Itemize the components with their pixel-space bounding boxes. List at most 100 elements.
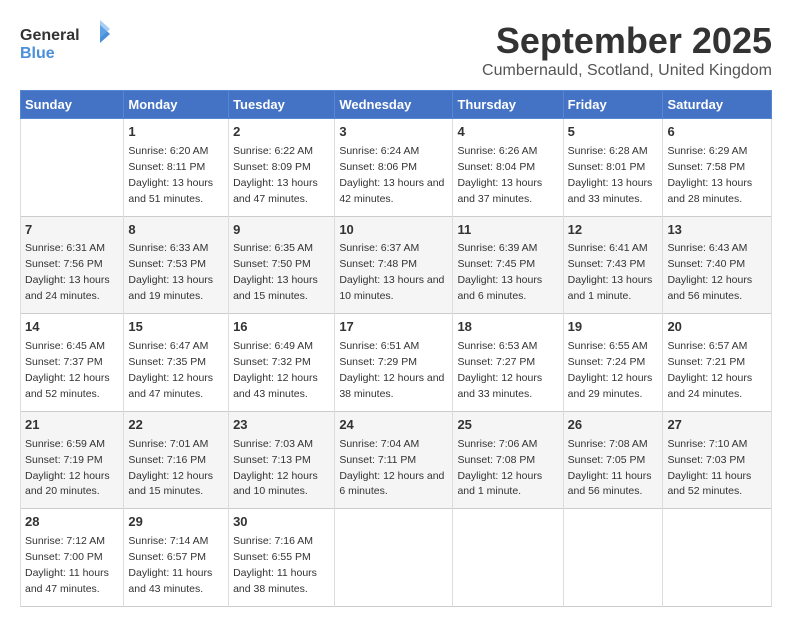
day-sunrise: Sunrise: 6:33 AMSunset: 7:53 PMDaylight:… (128, 242, 213, 302)
day-sunrise: Sunrise: 6:57 AMSunset: 7:21 PMDaylight:… (667, 340, 752, 400)
calendar-day-cell: 7 Sunrise: 6:31 AMSunset: 7:56 PMDayligh… (21, 216, 124, 314)
calendar-day-cell: 1 Sunrise: 6:20 AMSunset: 8:11 PMDayligh… (124, 119, 229, 217)
calendar-day-header: Monday (124, 91, 229, 119)
day-sunrise: Sunrise: 6:41 AMSunset: 7:43 PMDaylight:… (568, 242, 653, 302)
day-sunrise: Sunrise: 6:59 AMSunset: 7:19 PMDaylight:… (25, 438, 110, 498)
page-header: General Blue September 2025 Cumbernauld,… (20, 20, 772, 80)
calendar-day-header: Wednesday (335, 91, 453, 119)
day-number: 17 (339, 318, 448, 337)
day-sunrise: Sunrise: 6:53 AMSunset: 7:27 PMDaylight:… (457, 340, 542, 400)
day-sunrise: Sunrise: 6:35 AMSunset: 7:50 PMDaylight:… (233, 242, 318, 302)
calendar-day-cell: 11 Sunrise: 6:39 AMSunset: 7:45 PMDaylig… (453, 216, 563, 314)
day-sunrise: Sunrise: 7:08 AMSunset: 7:05 PMDaylight:… (568, 438, 652, 498)
calendar-table: SundayMondayTuesdayWednesdayThursdayFrid… (20, 90, 772, 607)
calendar-day-cell: 15 Sunrise: 6:47 AMSunset: 7:35 PMDaylig… (124, 314, 229, 412)
calendar-day-header: Friday (563, 91, 663, 119)
day-number: 14 (25, 318, 119, 337)
day-number: 27 (667, 416, 767, 435)
calendar-day-header: Saturday (663, 91, 772, 119)
day-number: 19 (568, 318, 659, 337)
calendar-day-cell: 6 Sunrise: 6:29 AMSunset: 7:58 PMDayligh… (663, 119, 772, 217)
day-number: 12 (568, 221, 659, 240)
day-sunrise: Sunrise: 7:10 AMSunset: 7:03 PMDaylight:… (667, 438, 751, 498)
logo-svg: General Blue (20, 20, 110, 65)
svg-text:Blue: Blue (20, 45, 55, 62)
calendar-header-row: SundayMondayTuesdayWednesdayThursdayFrid… (21, 91, 772, 119)
calendar-day-cell: 16 Sunrise: 6:49 AMSunset: 7:32 PMDaylig… (229, 314, 335, 412)
day-sunrise: Sunrise: 6:43 AMSunset: 7:40 PMDaylight:… (667, 242, 752, 302)
calendar-day-cell: 9 Sunrise: 6:35 AMSunset: 7:50 PMDayligh… (229, 216, 335, 314)
calendar-day-cell (663, 509, 772, 607)
calendar-week-row: 14 Sunrise: 6:45 AMSunset: 7:37 PMDaylig… (21, 314, 772, 412)
calendar-week-row: 1 Sunrise: 6:20 AMSunset: 8:11 PMDayligh… (21, 119, 772, 217)
day-number: 5 (568, 123, 659, 142)
logo: General Blue (20, 20, 110, 65)
calendar-day-cell: 3 Sunrise: 6:24 AMSunset: 8:06 PMDayligh… (335, 119, 453, 217)
title-block: September 2025 Cumbernauld, Scotland, Un… (482, 20, 772, 80)
day-number: 10 (339, 221, 448, 240)
day-sunrise: Sunrise: 6:37 AMSunset: 7:48 PMDaylight:… (339, 242, 444, 302)
calendar-day-cell: 20 Sunrise: 6:57 AMSunset: 7:21 PMDaylig… (663, 314, 772, 412)
day-number: 3 (339, 123, 448, 142)
calendar-day-cell: 25 Sunrise: 7:06 AMSunset: 7:08 PMDaylig… (453, 411, 563, 509)
day-sunrise: Sunrise: 7:01 AMSunset: 7:16 PMDaylight:… (128, 438, 213, 498)
day-number: 30 (233, 513, 330, 532)
day-sunrise: Sunrise: 7:14 AMSunset: 6:57 PMDaylight:… (128, 535, 212, 595)
calendar-day-cell: 26 Sunrise: 7:08 AMSunset: 7:05 PMDaylig… (563, 411, 663, 509)
day-number: 18 (457, 318, 558, 337)
calendar-day-cell: 8 Sunrise: 6:33 AMSunset: 7:53 PMDayligh… (124, 216, 229, 314)
calendar-day-cell: 28 Sunrise: 7:12 AMSunset: 7:00 PMDaylig… (21, 509, 124, 607)
day-number: 22 (128, 416, 224, 435)
calendar-day-cell: 29 Sunrise: 7:14 AMSunset: 6:57 PMDaylig… (124, 509, 229, 607)
day-sunrise: Sunrise: 7:12 AMSunset: 7:00 PMDaylight:… (25, 535, 109, 595)
day-sunrise: Sunrise: 6:24 AMSunset: 8:06 PMDaylight:… (339, 145, 444, 205)
calendar-day-cell: 23 Sunrise: 7:03 AMSunset: 7:13 PMDaylig… (229, 411, 335, 509)
calendar-day-header: Thursday (453, 91, 563, 119)
day-sunrise: Sunrise: 7:04 AMSunset: 7:11 PMDaylight:… (339, 438, 444, 498)
day-sunrise: Sunrise: 6:28 AMSunset: 8:01 PMDaylight:… (568, 145, 653, 205)
day-sunrise: Sunrise: 6:29 AMSunset: 7:58 PMDaylight:… (667, 145, 752, 205)
calendar-week-row: 28 Sunrise: 7:12 AMSunset: 7:00 PMDaylig… (21, 509, 772, 607)
calendar-day-cell: 18 Sunrise: 6:53 AMSunset: 7:27 PMDaylig… (453, 314, 563, 412)
calendar-day-cell: 5 Sunrise: 6:28 AMSunset: 8:01 PMDayligh… (563, 119, 663, 217)
day-sunrise: Sunrise: 7:16 AMSunset: 6:55 PMDaylight:… (233, 535, 317, 595)
calendar-day-cell: 19 Sunrise: 6:55 AMSunset: 7:24 PMDaylig… (563, 314, 663, 412)
day-number: 15 (128, 318, 224, 337)
month-title: September 2025 (482, 20, 772, 62)
calendar-day-cell: 10 Sunrise: 6:37 AMSunset: 7:48 PMDaylig… (335, 216, 453, 314)
day-number: 26 (568, 416, 659, 435)
calendar-day-cell (453, 509, 563, 607)
calendar-day-cell: 13 Sunrise: 6:43 AMSunset: 7:40 PMDaylig… (663, 216, 772, 314)
calendar-day-cell: 22 Sunrise: 7:01 AMSunset: 7:16 PMDaylig… (124, 411, 229, 509)
day-number: 6 (667, 123, 767, 142)
day-sunrise: Sunrise: 6:49 AMSunset: 7:32 PMDaylight:… (233, 340, 318, 400)
calendar-day-cell: 14 Sunrise: 6:45 AMSunset: 7:37 PMDaylig… (21, 314, 124, 412)
calendar-day-cell: 17 Sunrise: 6:51 AMSunset: 7:29 PMDaylig… (335, 314, 453, 412)
day-number: 1 (128, 123, 224, 142)
day-sunrise: Sunrise: 6:39 AMSunset: 7:45 PMDaylight:… (457, 242, 542, 302)
calendar-day-cell (335, 509, 453, 607)
calendar-day-header: Tuesday (229, 91, 335, 119)
day-number: 16 (233, 318, 330, 337)
day-number: 4 (457, 123, 558, 142)
calendar-day-cell: 12 Sunrise: 6:41 AMSunset: 7:43 PMDaylig… (563, 216, 663, 314)
calendar-day-cell (563, 509, 663, 607)
calendar-week-row: 21 Sunrise: 6:59 AMSunset: 7:19 PMDaylig… (21, 411, 772, 509)
calendar-day-cell: 24 Sunrise: 7:04 AMSunset: 7:11 PMDaylig… (335, 411, 453, 509)
calendar-day-cell: 27 Sunrise: 7:10 AMSunset: 7:03 PMDaylig… (663, 411, 772, 509)
day-sunrise: Sunrise: 6:47 AMSunset: 7:35 PMDaylight:… (128, 340, 213, 400)
day-number: 9 (233, 221, 330, 240)
day-sunrise: Sunrise: 6:51 AMSunset: 7:29 PMDaylight:… (339, 340, 444, 400)
day-sunrise: Sunrise: 6:22 AMSunset: 8:09 PMDaylight:… (233, 145, 318, 205)
day-number: 11 (457, 221, 558, 240)
calendar-week-row: 7 Sunrise: 6:31 AMSunset: 7:56 PMDayligh… (21, 216, 772, 314)
calendar-day-cell: 2 Sunrise: 6:22 AMSunset: 8:09 PMDayligh… (229, 119, 335, 217)
day-sunrise: Sunrise: 7:03 AMSunset: 7:13 PMDaylight:… (233, 438, 318, 498)
calendar-day-cell: 30 Sunrise: 7:16 AMSunset: 6:55 PMDaylig… (229, 509, 335, 607)
day-sunrise: Sunrise: 6:45 AMSunset: 7:37 PMDaylight:… (25, 340, 110, 400)
location: Cumbernauld, Scotland, United Kingdom (482, 62, 772, 80)
day-number: 7 (25, 221, 119, 240)
calendar-day-cell (21, 119, 124, 217)
day-sunrise: Sunrise: 6:26 AMSunset: 8:04 PMDaylight:… (457, 145, 542, 205)
day-number: 23 (233, 416, 330, 435)
